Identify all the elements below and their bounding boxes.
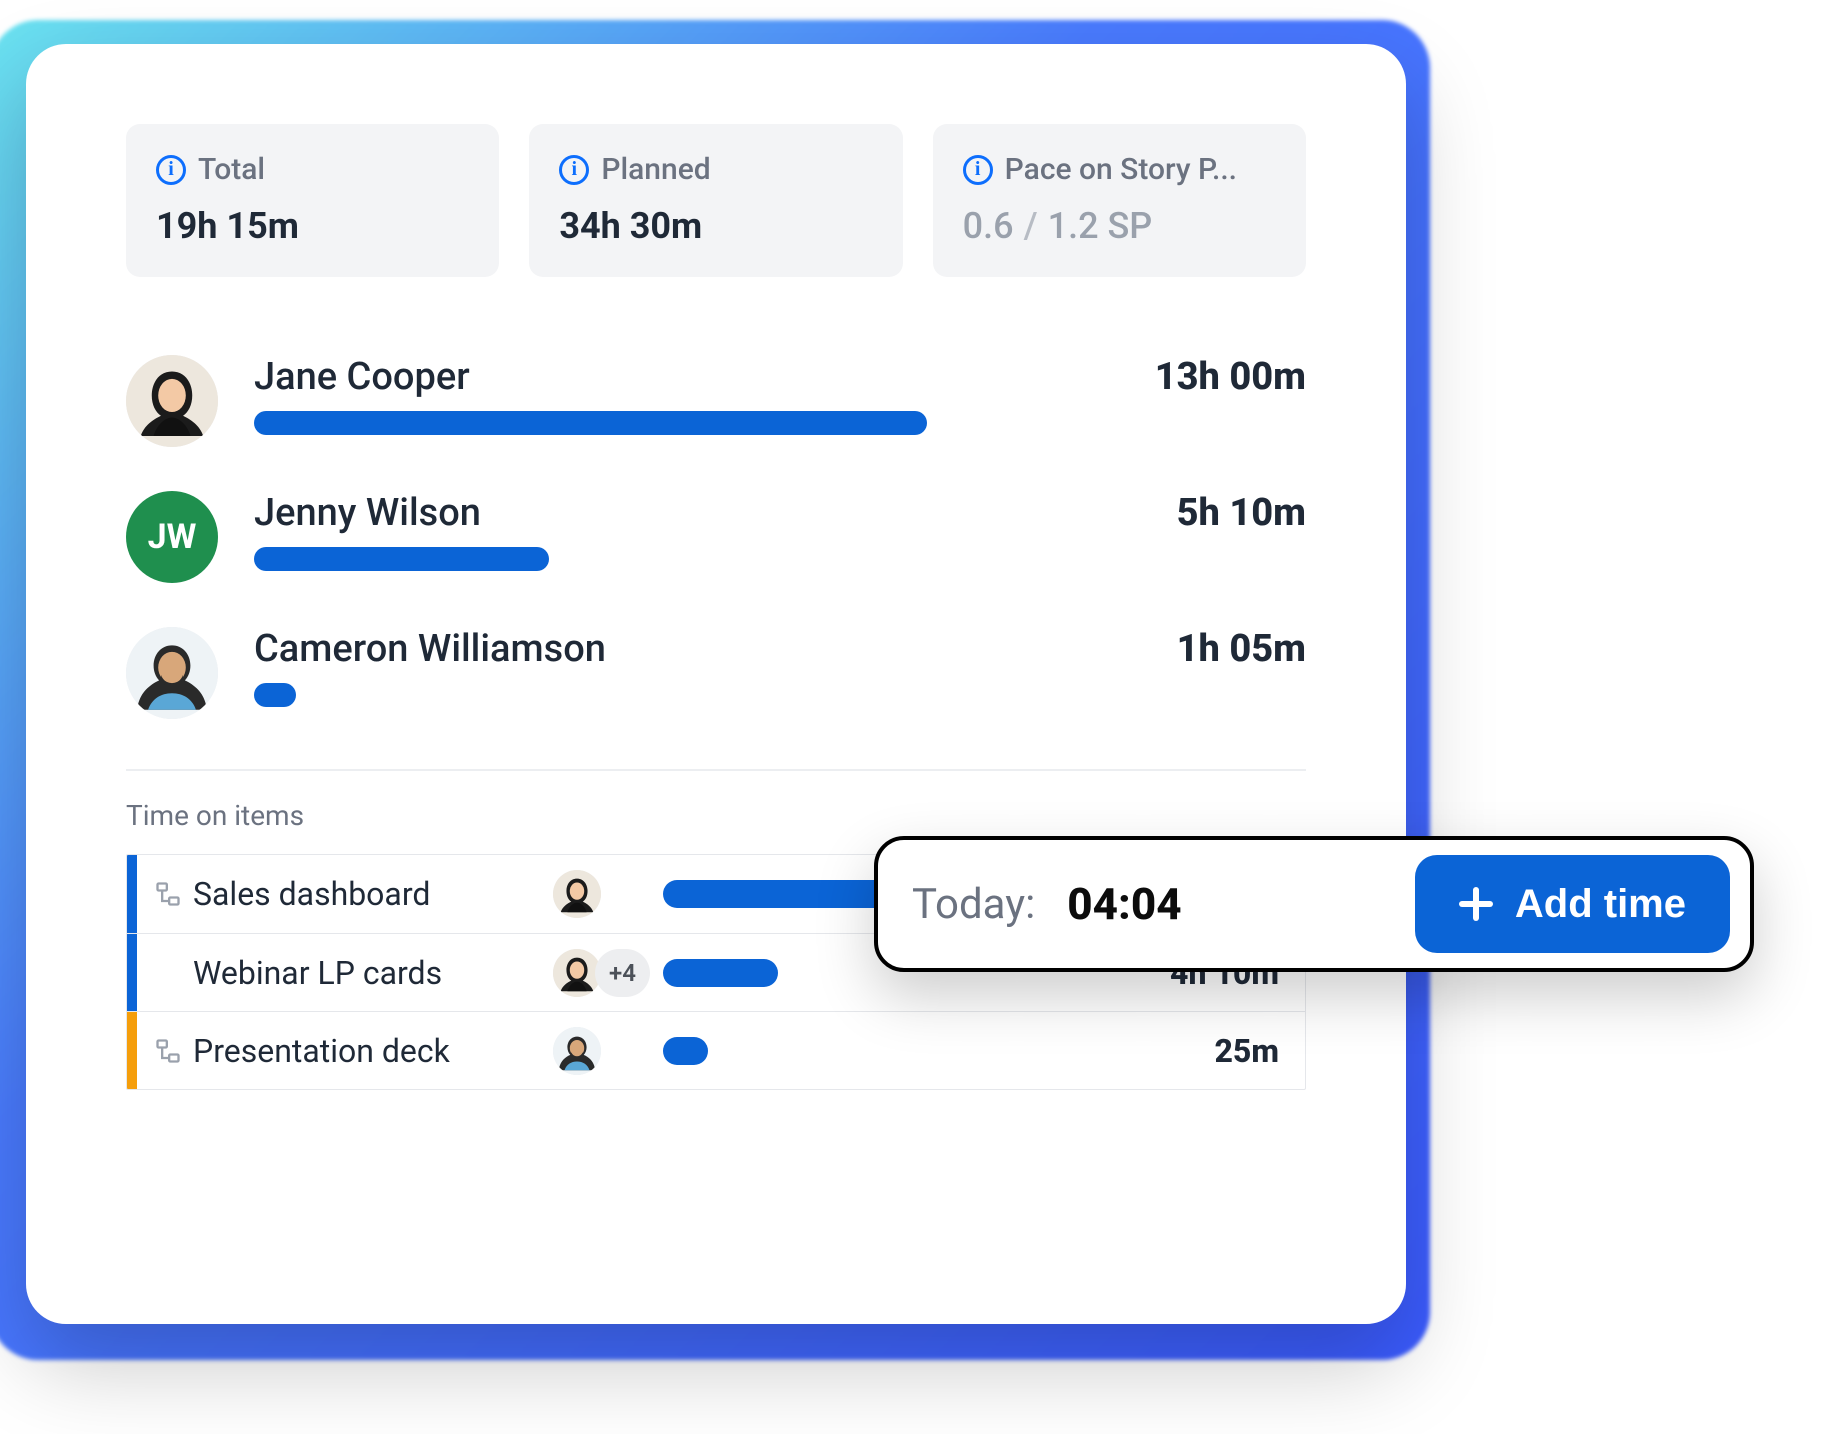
- pace-separator: /: [1024, 205, 1038, 247]
- person-time: 5h 10m: [1177, 491, 1306, 535]
- person-name: Jenny Wilson: [254, 491, 481, 535]
- add-time-button[interactable]: Add time: [1415, 855, 1730, 953]
- avatar: [126, 355, 218, 447]
- people-list: Jane Cooper 13h 00m JW Jenny Wilson 5h 10m Ca…: [126, 333, 1306, 741]
- subtask-icon: [151, 880, 185, 908]
- pace-target: 1.2 SP: [1048, 205, 1153, 247]
- info-icon: i: [963, 155, 993, 185]
- today-time: 04:04: [1067, 878, 1391, 930]
- item-name: Presentation deck: [193, 1032, 553, 1070]
- stat-card-pace[interactable]: i Pace on Story P... 0.6/1.2 SP: [933, 124, 1306, 277]
- divider: [126, 769, 1306, 771]
- stat-label: Pace on Story P...: [1005, 152, 1237, 187]
- person-time: 1h 05m: [1177, 627, 1306, 671]
- stat-label: Total: [198, 152, 265, 187]
- stat-label: Planned: [601, 152, 710, 187]
- person-time: 13h 00m: [1155, 355, 1306, 399]
- info-icon: i: [156, 155, 186, 185]
- stat-card-planned[interactable]: i Planned 34h 30m: [529, 124, 902, 277]
- avatar: [553, 949, 601, 997]
- person-row[interactable]: Jane Cooper 13h 00m: [126, 333, 1306, 469]
- item-row[interactable]: Presentation deck 25m: [127, 1011, 1305, 1089]
- person-row[interactable]: JW Jenny Wilson 5h 10m: [126, 469, 1306, 605]
- avatar: [126, 627, 218, 719]
- stat-value-planned: 34h 30m: [559, 205, 872, 247]
- pace-current: 0.6: [963, 205, 1014, 247]
- stats-row: i Total 19h 15m i Planned 34h 30m i Pace…: [126, 124, 1306, 277]
- subtask-icon: [151, 1037, 185, 1065]
- progress-bar: [254, 411, 1306, 435]
- avatar: [553, 1027, 601, 1075]
- person-name: Jane Cooper: [254, 355, 470, 399]
- stat-card-total[interactable]: i Total 19h 15m: [126, 124, 499, 277]
- item-progress: [663, 1037, 983, 1065]
- plus-icon: [1459, 887, 1493, 921]
- item-color-bar: [127, 934, 137, 1011]
- person-name: Cameron Williamson: [254, 627, 606, 671]
- more-count-badge: +4: [595, 949, 650, 997]
- today-pill: Today: 04:04 Add time: [874, 836, 1754, 972]
- item-name: Webinar LP cards: [193, 954, 553, 992]
- avatar: [553, 870, 601, 918]
- item-avatars: [553, 870, 663, 918]
- item-avatars: +4: [553, 949, 663, 997]
- person-row[interactable]: Cameron Williamson 1h 05m: [126, 605, 1306, 741]
- progress-bar: [254, 547, 1306, 571]
- item-color-bar: [127, 1012, 137, 1089]
- items-section-title: Time on items: [126, 799, 1306, 832]
- today-label: Today:: [912, 880, 1035, 929]
- stat-value-pace: 0.6/1.2 SP: [963, 205, 1276, 247]
- stat-value-total: 19h 15m: [156, 205, 469, 247]
- info-icon: i: [559, 155, 589, 185]
- avatar: JW: [126, 491, 218, 583]
- add-time-label: Add time: [1515, 882, 1686, 927]
- time-report-panel: i Total 19h 15m i Planned 34h 30m i Pace…: [26, 44, 1406, 1324]
- item-avatars: [553, 1027, 663, 1075]
- item-color-bar: [127, 855, 137, 933]
- item-time: 25m: [983, 1032, 1305, 1070]
- progress-bar: [254, 683, 1306, 707]
- item-name: Sales dashboard: [193, 875, 553, 913]
